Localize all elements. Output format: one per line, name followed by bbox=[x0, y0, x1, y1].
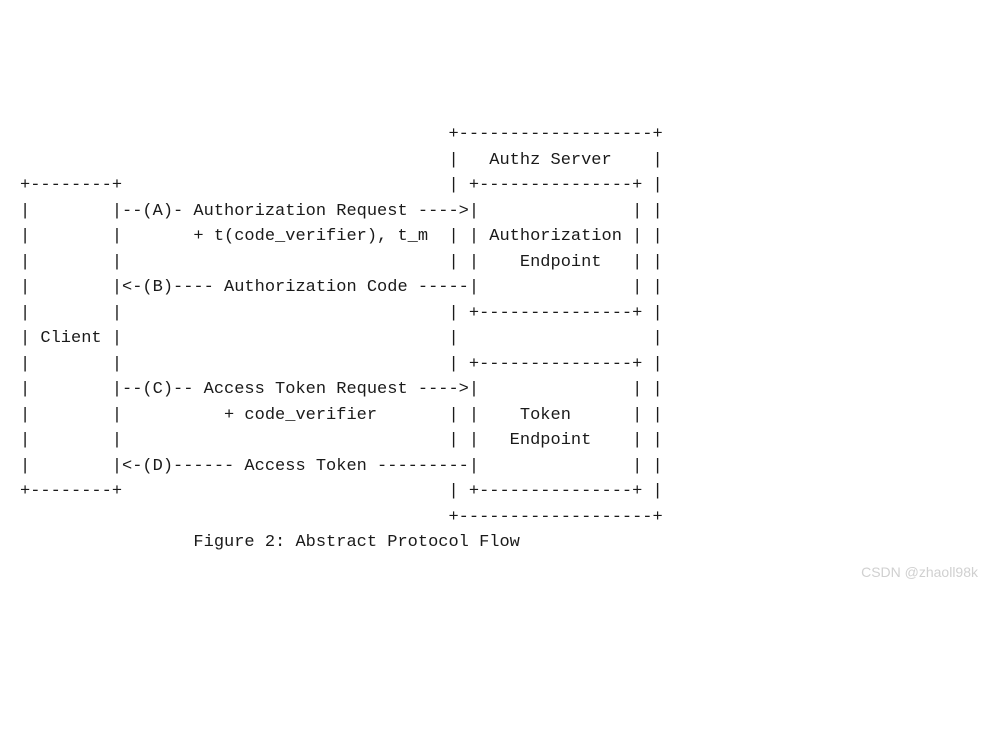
diagram-line: | |--(A)- Authorization Request ---->| |… bbox=[20, 199, 976, 225]
diagram-line: | |<-(B)---- Authorization Code -----| |… bbox=[20, 275, 976, 301]
diagram-line: | | + t(code_verifier), t_m | | Authoriz… bbox=[20, 224, 976, 250]
diagram-line: | |<-(D)------ Access Token ---------| |… bbox=[20, 454, 976, 480]
diagram-line: | | | | Endpoint | | bbox=[20, 250, 976, 276]
watermark-text: CSDN @zhaoll98k bbox=[861, 562, 978, 583]
figure-caption: Figure 2: Abstract Protocol Flow bbox=[20, 530, 976, 556]
diagram-line: +-------------------+ bbox=[20, 505, 976, 531]
ascii-diagram: +-------------------+ | Authz Server |+-… bbox=[20, 122, 976, 556]
diagram-line: | | | +---------------+ | bbox=[20, 301, 976, 327]
diagram-line: | Authz Server | bbox=[20, 148, 976, 174]
diagram-line: +-------------------+ bbox=[20, 122, 976, 148]
diagram-line: +--------+ | +---------------+ | bbox=[20, 173, 976, 199]
diagram-line: | | | | Endpoint | | bbox=[20, 428, 976, 454]
diagram-line: | | | +---------------+ | bbox=[20, 352, 976, 378]
diagram-line: +--------+ | +---------------+ | bbox=[20, 479, 976, 505]
diagram-line: | | + code_verifier | | Token | | bbox=[20, 403, 976, 429]
diagram-line: | |--(C)-- Access Token Request ---->| |… bbox=[20, 377, 976, 403]
diagram-line: | Client | | | bbox=[20, 326, 976, 352]
